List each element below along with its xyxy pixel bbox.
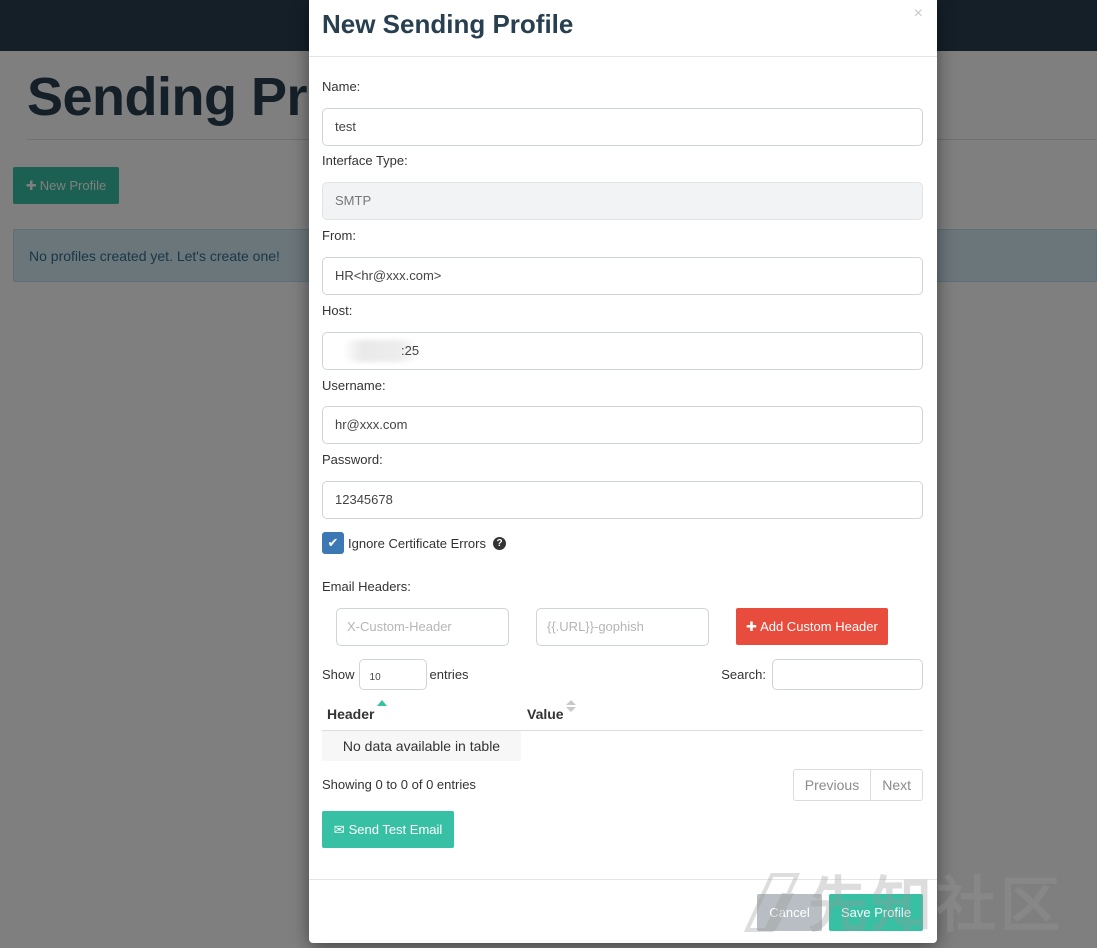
host-port-text: :25 — [401, 343, 420, 358]
email-headers-label: Email Headers: — [322, 579, 411, 594]
search-input[interactable] — [772, 659, 923, 690]
ignore-cert-checkbox[interactable]: ✔ — [322, 532, 344, 554]
show-label: Show — [322, 667, 355, 682]
ignore-cert-label[interactable]: Ignore Certificate Errors — [348, 536, 486, 551]
entries-length-control: Show 10 entries — [322, 659, 469, 690]
username-label: Username: — [322, 378, 386, 393]
name-label: Name: — [322, 79, 361, 94]
name-input[interactable]: test — [322, 108, 923, 146]
custom-header-input[interactable]: X-Custom-Header — [336, 608, 509, 646]
interface-type-field: SMTP — [322, 182, 923, 220]
modal-footer-divider — [309, 879, 937, 880]
new-sending-profile-modal: New Sending Profile × Name: test Interfa… — [309, 0, 937, 943]
entries-select[interactable]: 10 — [358, 659, 427, 690]
sort-ascending-icon — [377, 700, 387, 706]
host-input[interactable]: :25 — [322, 332, 923, 370]
entries-label: entries — [429, 667, 469, 682]
column-header-value[interactable]: Value — [527, 706, 564, 722]
add-custom-header-button[interactable]: ✚ Add Custom Header — [736, 608, 888, 645]
host-label: Host: — [322, 303, 353, 318]
ignore-cert-row: ✔ Ignore Certificate Errors ? — [322, 532, 506, 554]
add-custom-header-label: Add Custom Header — [760, 619, 878, 634]
close-icon[interactable]: × — [914, 5, 923, 23]
from-label: From: — [322, 228, 356, 243]
modal-header: New Sending Profile × — [309, 0, 937, 57]
password-label: Password: — [322, 452, 383, 467]
next-page-button[interactable]: Next — [870, 770, 922, 800]
modal-title: New Sending Profile — [322, 9, 574, 39]
envelope-icon: ✉ — [333, 821, 345, 837]
search-label: Search: — [721, 667, 766, 682]
cancel-button[interactable]: Cancel — [757, 894, 822, 931]
custom-header-value-input[interactable]: {{.URL}}-gophish — [536, 608, 709, 646]
sort-icon — [566, 700, 576, 714]
table-info: Showing 0 to 0 of 0 entries — [322, 777, 476, 792]
table-empty-row: No data available in table — [322, 731, 521, 761]
table-search: Search: — [721, 659, 923, 690]
save-profile-button[interactable]: Save Profile — [829, 894, 923, 931]
from-input[interactable]: HR<hr@xxx.com> — [322, 257, 923, 295]
send-test-email-button[interactable]: ✉ Send Test Email — [322, 811, 454, 848]
pagination: Previous Next — [792, 769, 923, 801]
help-icon[interactable]: ? — [493, 536, 506, 550]
send-test-email-label: Send Test Email — [348, 822, 443, 837]
column-header-header[interactable]: Header — [327, 706, 374, 722]
password-input[interactable]: 12345678 — [322, 481, 923, 519]
previous-page-button[interactable]: Previous — [794, 770, 870, 800]
interface-type-label: Interface Type: — [322, 153, 408, 168]
plus-icon: ✚ — [746, 618, 758, 634]
username-input[interactable]: hr@xxx.com — [322, 406, 923, 444]
